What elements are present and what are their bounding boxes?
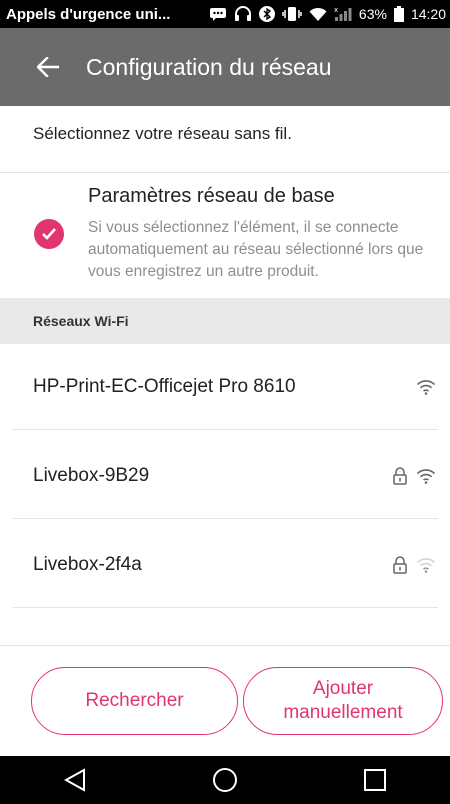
triangle-back-icon bbox=[64, 768, 85, 792]
search-button[interactable]: Rechercher bbox=[31, 667, 238, 735]
status-icons: x 63% 14:20 bbox=[209, 6, 446, 22]
section-title: Réseaux Wi-Fi bbox=[33, 313, 129, 329]
network-name: Livebox-9B29 bbox=[33, 465, 150, 486]
nav-back-button[interactable] bbox=[45, 756, 105, 804]
network-item[interactable]: Livebox-9B29 bbox=[0, 433, 450, 519]
network-item[interactable]: HP-Print-EC-Officejet Pro 8610 bbox=[0, 344, 450, 430]
network-icons bbox=[392, 433, 436, 519]
notification-text: Appels d'urgence uni... bbox=[6, 5, 171, 23]
circle-home-icon bbox=[213, 768, 237, 792]
status-time: 14:20 bbox=[410, 6, 446, 22]
wifi-status-icon bbox=[309, 7, 327, 22]
basic-settings-title: Paramètres réseau de base bbox=[88, 185, 335, 207]
square-recents-icon bbox=[364, 769, 386, 791]
svg-text:x: x bbox=[334, 6, 338, 14]
search-button-label: Rechercher bbox=[85, 690, 184, 711]
vibrate-icon bbox=[282, 6, 302, 22]
basic-settings-description: Si vous sélectionnez l'élément, il se co… bbox=[88, 219, 424, 280]
wifi-signal-icon bbox=[416, 380, 436, 395]
message-icon bbox=[209, 7, 227, 21]
battery-percent: 63% bbox=[358, 6, 387, 22]
divider bbox=[12, 518, 438, 519]
network-icons bbox=[416, 344, 436, 430]
wifi-signal-icon bbox=[416, 558, 436, 573]
headset-icon bbox=[234, 6, 252, 22]
instruction-text: Sélectionnez votre réseau sans fil. bbox=[33, 124, 292, 143]
bluetooth-icon bbox=[258, 6, 275, 22]
basic-network-settings-option[interactable]: Paramètres réseau de base Si vous sélect… bbox=[0, 173, 450, 298]
nav-home-button[interactable] bbox=[195, 756, 255, 804]
system-nav-bar bbox=[0, 756, 450, 804]
wifi-section-header: Réseaux Wi-Fi bbox=[0, 298, 450, 344]
divider bbox=[0, 645, 450, 646]
lock-icon bbox=[393, 556, 407, 574]
divider bbox=[12, 429, 438, 430]
signal-icon: x bbox=[334, 6, 352, 22]
network-name: Livebox-2f4a bbox=[33, 554, 142, 575]
network-name: HP-Print-EC-Officejet Pro 8610 bbox=[33, 376, 296, 397]
divider bbox=[12, 607, 438, 608]
add-label-line2: manuellement bbox=[283, 702, 403, 723]
checkmark-icon[interactable] bbox=[34, 219, 64, 249]
add-manually-button-label: Ajouter manuellement bbox=[283, 677, 402, 725]
add-manually-button[interactable]: Ajouter manuellement bbox=[243, 667, 443, 735]
battery-icon bbox=[393, 6, 404, 22]
back-button[interactable] bbox=[20, 39, 76, 95]
status-bar: Appels d'urgence uni... x 63% 14:20 bbox=[0, 0, 450, 28]
app-bar: Configuration du réseau bbox=[0, 28, 450, 106]
wifi-signal-icon bbox=[416, 469, 436, 484]
page-title: Configuration du réseau bbox=[86, 53, 332, 80]
network-item[interactable]: Livebox-2f4a bbox=[0, 522, 450, 608]
add-label-line1: Ajouter bbox=[312, 678, 374, 699]
network-icons bbox=[392, 522, 436, 608]
nav-recents-button[interactable] bbox=[345, 756, 405, 804]
back-arrow-icon bbox=[37, 57, 59, 77]
lock-icon bbox=[393, 467, 407, 485]
